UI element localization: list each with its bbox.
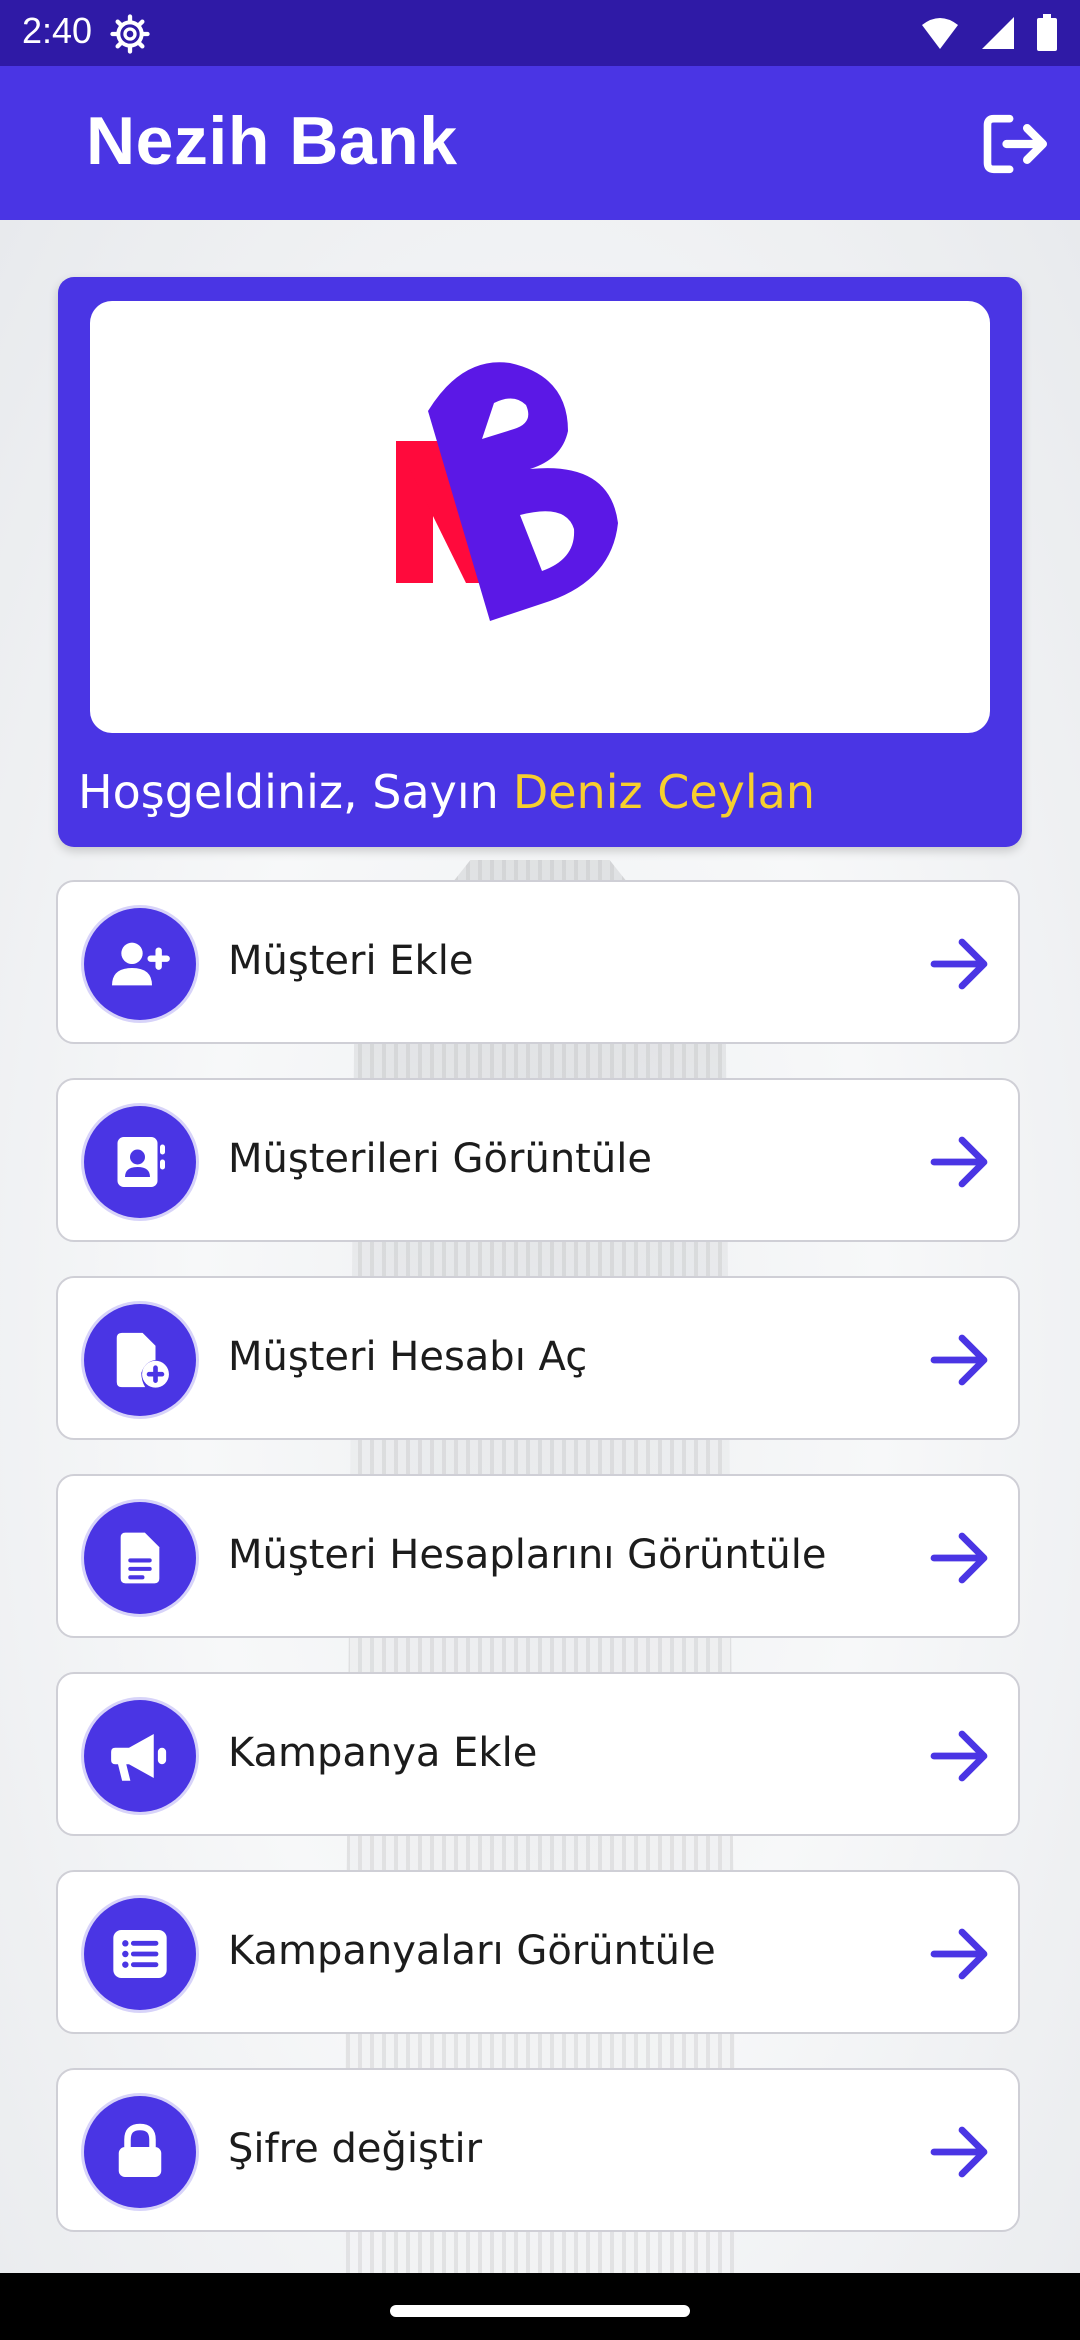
menu-item-label: Müşteri Ekle [228, 938, 474, 984]
bank-logo [396, 362, 618, 621]
arrow-right-icon [930, 1136, 988, 1188]
contact-book-icon [84, 1106, 196, 1218]
menu-item-label: Müşteri Hesabı Aç [228, 1334, 588, 1380]
list-icon [84, 1898, 196, 2010]
lock-icon [84, 2096, 196, 2208]
app-bar: Nezih Bank [0, 66, 1080, 220]
arrow-right-icon [930, 938, 988, 990]
system-navigation-bar [0, 2273, 1080, 2340]
menu-item-label: Şifre değiştir [228, 2126, 483, 2172]
megaphone-icon [84, 1700, 196, 1812]
file-plus-icon [84, 1304, 196, 1416]
arrow-right-icon [930, 1730, 988, 1782]
arrow-right-icon [930, 1532, 988, 1584]
logo-container [90, 301, 990, 733]
status-time: 2:40 [22, 10, 93, 51]
menu-item-label: Kampanyaları Görüntüle [228, 1928, 716, 1974]
menu-item-view-accounts[interactable]: Müşteri Hesaplarını Görüntüle [56, 1474, 1020, 1638]
wifi-icon [922, 18, 958, 49]
arrow-right-icon [930, 1334, 988, 1386]
app-title: Nezih Bank [86, 103, 458, 179]
welcome-card: Hoşgeldiniz, Sayın Deniz Ceylan [58, 277, 1022, 847]
menu-item-change-password[interactable]: Şifre değiştir [56, 2068, 1020, 2232]
home-gesture-handle[interactable] [390, 2305, 690, 2317]
arrow-right-icon [930, 2126, 988, 2178]
menu-item-label: Müşteri Hesaplarını Görüntüle [228, 1532, 827, 1578]
status-bar: 2:40 [0, 0, 1080, 66]
menu-item-add-campaign[interactable]: Kampanya Ekle [56, 1672, 1020, 1836]
arrow-right-icon [930, 1928, 988, 1980]
welcome-text: Hoşgeldiniz, Sayın [78, 765, 499, 819]
user-plus-icon [84, 908, 196, 1020]
menu-item-label: Kampanya Ekle [228, 1730, 538, 1776]
gear-icon [110, 14, 150, 54]
menu-item-label: Müşterileri Görüntüle [228, 1136, 652, 1182]
action-menu: Müşteri Ekle Müşterileri Görüntüle Müşte… [56, 880, 1024, 2266]
menu-item-view-customers[interactable]: Müşterileri Görüntüle [56, 1078, 1020, 1242]
welcome-message: Hoşgeldiniz, Sayın Deniz Ceylan [78, 765, 815, 819]
signal-icon [982, 17, 1014, 49]
battery-icon [1037, 14, 1057, 51]
user-name: Deniz Ceylan [512, 765, 816, 819]
menu-item-open-account[interactable]: Müşteri Hesabı Aç [56, 1276, 1020, 1440]
document-icon [84, 1502, 196, 1614]
menu-item-view-campaigns[interactable]: Kampanyaları Görüntüle [56, 1870, 1020, 2034]
menu-item-add-customer[interactable]: Müşteri Ekle [56, 880, 1020, 1044]
logout-icon[interactable] [978, 106, 1054, 182]
